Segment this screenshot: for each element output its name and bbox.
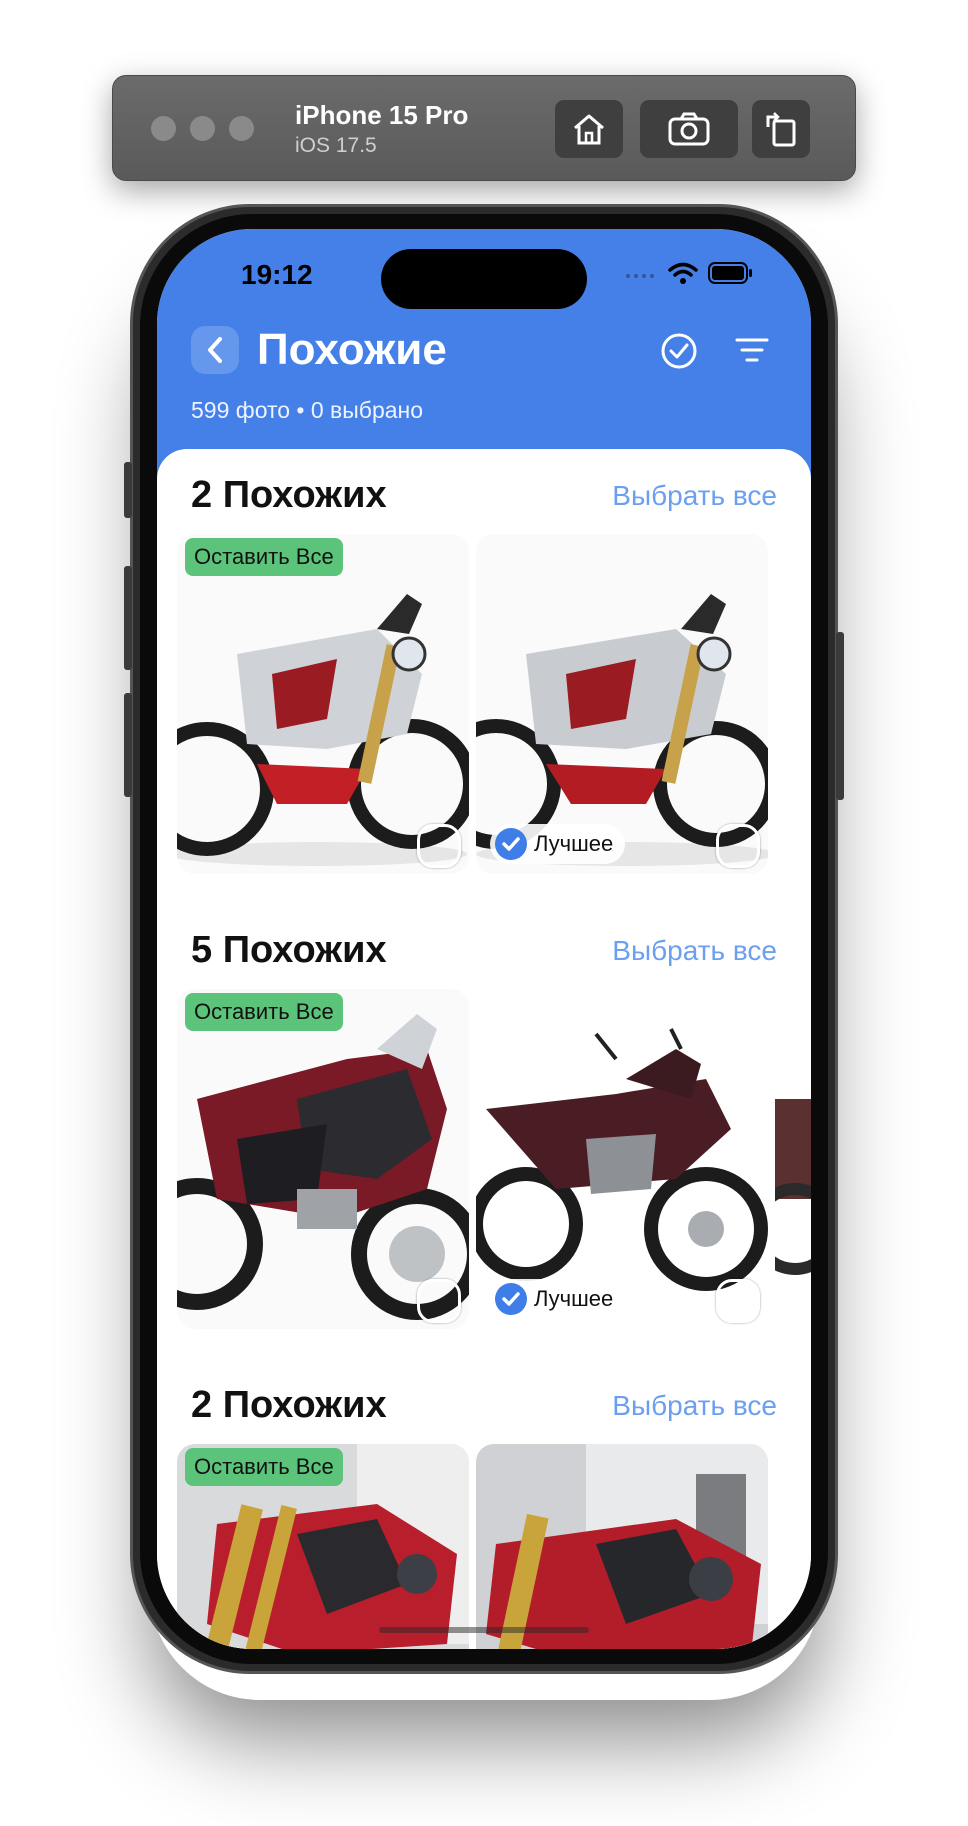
action-button bbox=[124, 462, 132, 518]
best-badge: Лучшее bbox=[490, 1279, 626, 1319]
select-checkbox[interactable] bbox=[716, 1279, 760, 1323]
photo-count: 599 фото • 0 выбрано bbox=[191, 397, 424, 423]
checkmark-circle-icon bbox=[661, 333, 697, 369]
home-icon bbox=[574, 114, 604, 145]
group-title: 5 Похожих bbox=[191, 929, 387, 971]
status-icons bbox=[624, 261, 754, 285]
motorcycle-photo bbox=[476, 989, 768, 1329]
volume-down-button bbox=[124, 693, 132, 797]
photo-thumbnail[interactable]: Лучшее bbox=[476, 534, 768, 874]
select-mode-button[interactable] bbox=[660, 332, 698, 375]
photo-thumbnail[interactable]: Лучшее bbox=[476, 989, 768, 1329]
nav-header: 19:12 Похожие 599 фото • 0 выбрано bbox=[157, 229, 811, 479]
best-label: Лучшее bbox=[534, 831, 614, 856]
power-button bbox=[836, 632, 844, 800]
device-name: iPhone 15 Pro bbox=[295, 100, 469, 130]
rotate-button[interactable] bbox=[752, 100, 810, 158]
motorcycle-photo bbox=[476, 534, 768, 874]
filter-button[interactable] bbox=[735, 336, 769, 369]
select-all-button[interactable]: Выбрать все bbox=[612, 1390, 777, 1422]
checkmark-badge-icon bbox=[495, 828, 527, 860]
motorcycle-photo bbox=[177, 989, 469, 1329]
wifi-icon bbox=[668, 262, 698, 284]
photo-thumbnail[interactable]: Оставить Все bbox=[177, 1444, 469, 1649]
keep-all-badge[interactable]: Оставить Все bbox=[185, 1448, 343, 1486]
select-checkbox[interactable] bbox=[716, 824, 760, 868]
home-indicator bbox=[379, 1627, 589, 1633]
window-zoom-button[interactable] bbox=[229, 116, 254, 141]
os-version: iOS 17.5 bbox=[295, 134, 377, 157]
simulator-toolbar: iPhone 15 Pro iOS 17.5 bbox=[112, 75, 856, 181]
window-close-button[interactable] bbox=[151, 116, 176, 141]
select-all-button[interactable]: Выбрать все bbox=[612, 480, 777, 512]
battery-icon bbox=[708, 262, 752, 284]
select-all-button[interactable]: Выбрать все bbox=[612, 935, 777, 967]
signal-icon bbox=[626, 274, 654, 278]
select-checkbox[interactable] bbox=[417, 1279, 461, 1323]
select-checkbox[interactable] bbox=[417, 824, 461, 868]
photo-thumbnail[interactable] bbox=[476, 1444, 768, 1649]
best-label: Лучшее bbox=[534, 1286, 614, 1311]
screenshot-icon bbox=[668, 112, 710, 146]
back-button[interactable] bbox=[191, 326, 239, 374]
volume-up-button bbox=[124, 566, 132, 670]
home-button[interactable] bbox=[555, 100, 623, 158]
dynamic-island bbox=[381, 249, 587, 309]
motorcycle-photo bbox=[775, 989, 811, 1329]
motorcycle-photo bbox=[476, 1444, 768, 1649]
group-title: 2 Похожих bbox=[191, 1384, 387, 1426]
keep-all-badge[interactable]: Оставить Все bbox=[185, 538, 343, 576]
photo-thumbnail[interactable]: Оставить Все bbox=[177, 534, 469, 874]
best-badge: Лучшее bbox=[490, 824, 626, 864]
checkmark-badge-icon bbox=[495, 1283, 527, 1315]
filter-icon bbox=[735, 338, 769, 362]
screenshot-button[interactable] bbox=[640, 100, 738, 158]
rotate-icon bbox=[766, 112, 796, 147]
photo-thumbnail[interactable]: Оставить Все bbox=[177, 989, 469, 1329]
window-minimize-button[interactable] bbox=[190, 116, 215, 141]
photo-thumbnail[interactable] bbox=[775, 989, 811, 1329]
keep-all-badge[interactable]: Оставить Все bbox=[185, 993, 343, 1031]
motorcycle-photo bbox=[177, 534, 469, 874]
group-title: 2 Похожих bbox=[191, 474, 387, 516]
page-title: Похожие bbox=[257, 325, 447, 374]
phone-screen: 19:12 Похожие 599 фото • 0 выбрано 2 Пох… bbox=[157, 229, 811, 1649]
status-time: 19:12 bbox=[241, 259, 313, 290]
groups-list: 2 Похожих Выбрать все Оставить Все Лучше… bbox=[157, 449, 811, 1649]
chevron-left-icon bbox=[208, 337, 222, 363]
